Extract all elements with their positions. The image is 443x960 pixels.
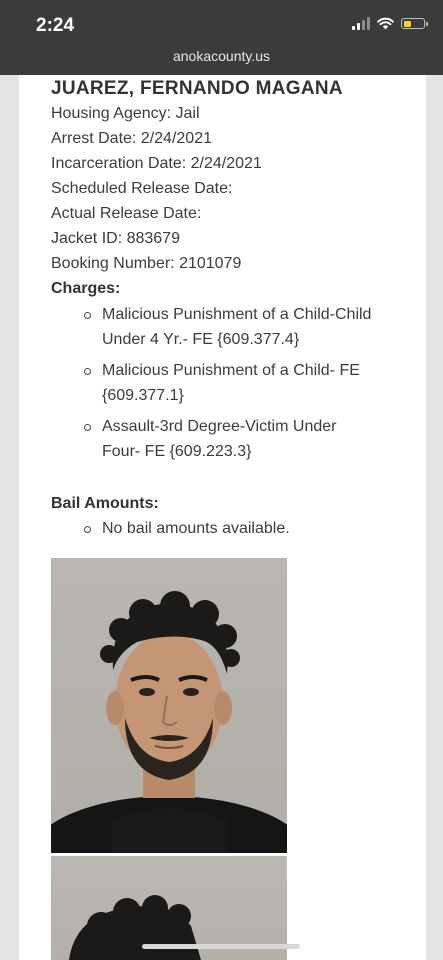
charge-line: Four- FE {609.223.3} [102, 443, 252, 460]
home-indicator[interactable] [142, 944, 300, 949]
status-bar: 2:24 anokacounty.us [0, 0, 443, 75]
list-item: Malicious Punishment of a Child-Child Un… [51, 302, 392, 352]
bullet-icon [84, 312, 91, 319]
scheduled-release-date: Scheduled Release Date: [51, 180, 233, 197]
bail-amounts-label: Bail Amounts: [51, 495, 159, 512]
charge-line: Malicious Punishment of a Child- FE [102, 362, 360, 379]
charge-line: Malicious Punishment of a Child-Child [102, 306, 372, 323]
bullet-icon [84, 368, 91, 375]
incarceration-date: Incarceration Date: 2/24/2021 [51, 155, 262, 172]
list-item: No bail amounts available. [51, 516, 421, 541]
jacket-id: Jacket ID: 883679 [51, 230, 180, 247]
booking-number: Booking Number: 2101079 [51, 255, 242, 272]
bullet-icon [84, 424, 91, 431]
mugshot-front-photo [51, 558, 287, 853]
charges-list: Malicious Punishment of a Child-Child Un… [51, 302, 421, 464]
address-bar-url[interactable]: anokacounty.us [0, 48, 443, 64]
charge-line: Assault-3rd Degree-Victim Under [102, 418, 337, 435]
cellular-signal-icon [352, 17, 370, 30]
arrest-date: Arrest Date: 2/24/2021 [51, 130, 212, 147]
charges-label: Charges: [51, 280, 121, 297]
list-item: Malicious Punishment of a Child- FE {609… [51, 358, 392, 408]
bail-item: No bail amounts available. [102, 520, 290, 537]
clock: 2:24 [36, 15, 75, 36]
battery-icon [401, 18, 428, 29]
charge-line: Under 4 Yr.- FE {609.377.4} [102, 331, 300, 348]
list-item: Assault-3rd Degree-Victim Under Four- FE… [51, 414, 392, 464]
bail-list: No bail amounts available. [51, 516, 421, 541]
inmate-details: JUAREZ, FERNANDO MAGANA Housing Agency: … [51, 76, 421, 541]
bullet-icon [84, 526, 91, 533]
inmate-name: JUAREZ, FERNANDO MAGANA [51, 78, 343, 99]
housing-agency: Housing Agency: Jail [51, 105, 200, 122]
wifi-icon [377, 17, 394, 30]
charge-line: {609.377.1} [102, 387, 184, 404]
actual-release-date: Actual Release Date: [51, 205, 202, 222]
status-icons [352, 17, 428, 30]
